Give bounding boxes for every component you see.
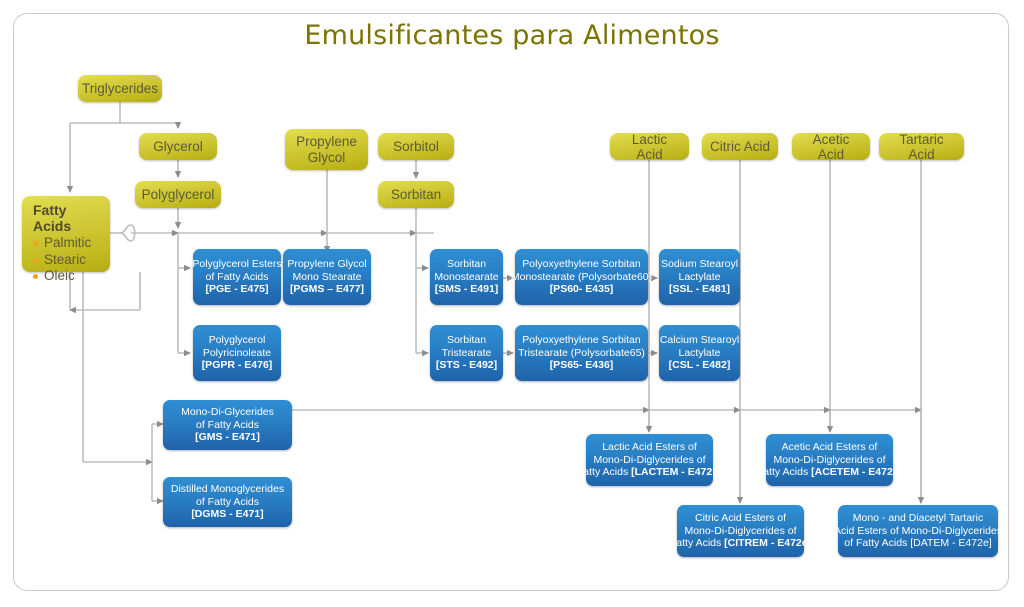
product-code: [PS65- E436] (549, 359, 614, 372)
diagram-canvas: Emulsificantes para Alimentos Triglyceri… (0, 0, 1024, 607)
product-line3: Fatty Acids [CITREM - E472c] (670, 537, 811, 550)
product-code: [LACTEM - E472b] (631, 466, 723, 479)
product-line2: Lactylate (678, 270, 721, 283)
node-pgms[interactable]: Propylene Glycol Mono Stearate [PGMS – E… (283, 249, 371, 305)
list-item: Palmitic (33, 235, 91, 252)
node-label: Lactic Acid (631, 131, 668, 162)
product-line1: Calcium Stearoyl (659, 334, 740, 347)
node-acetem[interactable]: Acetic Acid Esters of Mono-Di-Diglycerid… (757, 434, 902, 486)
product-code: [ACETEM - E472a] (811, 466, 903, 479)
node-propylene-glycol[interactable]: Propylene Glycol (285, 129, 368, 170)
product-line3: Fatty Acids [ACETEM - E472a] (757, 466, 902, 479)
list-item: Oleic (33, 268, 91, 285)
product-line1: Propylene Glycol (287, 258, 367, 271)
product-line1: Polyoxyethylene Sorbitan (522, 258, 641, 271)
node-citrem[interactable]: Citric Acid Esters of Mono-Di-Diglycerid… (670, 505, 811, 557)
node-sts[interactable]: Sorbitan Tristearate [STS - E492] (430, 325, 503, 381)
product-line2: Mono-Di-Diglycerides of (773, 453, 886, 466)
node-ps65[interactable]: Polyoxyethylene Sorbitan Tristearate (Po… (515, 325, 648, 381)
node-lactic-acid[interactable]: Lactic Acid (610, 131, 689, 162)
product-line3-prefix: Fatty Acids (576, 466, 632, 479)
product-line2: Monostearate (Polysorbate60) (510, 270, 653, 283)
product-line2: Lactylate (678, 346, 721, 359)
node-triglycerides[interactable]: Triglycerides (78, 75, 162, 102)
product-code: [PS60- E435] (549, 283, 614, 296)
product-line1: Lactic Acid Esters of (602, 441, 697, 454)
product-line2: Mono Stearate (292, 270, 362, 283)
product-line3: Fatty Acids [LACTEM - E472b] (577, 466, 722, 479)
fatty-acids-list: Palmitic Stearic Oleic (33, 235, 91, 285)
node-label: Acetic Acid (812, 131, 850, 162)
product-line2: Mono-Di-Diglycerides of (593, 453, 706, 466)
product-line3: of Fatty Acids [DATEM - E472e] (844, 537, 992, 550)
product-code: [PGPR - E476] (201, 359, 273, 372)
node-label: Sorbitan (390, 187, 442, 202)
product-line1: Mono-Di-Glycerides (181, 406, 274, 419)
node-datem[interactable]: Mono - and Diacetyl Tartaric Acid Esters… (834, 505, 1002, 557)
product-code: [SSL - E481] (668, 283, 731, 296)
node-pgpr[interactable]: Polyglycerol Polyricinoleate [PGPR - E47… (193, 325, 281, 381)
node-csl[interactable]: Calcium Stearoyl Lactylate [CSL - E482] (659, 325, 740, 381)
node-pge[interactable]: Polyglycerol Esters of Fatty Acids [PGE … (192, 249, 282, 305)
product-line1: Polyglycerol Esters (192, 258, 282, 271)
node-lactem[interactable]: Lactic Acid Esters of Mono-Di-Diglycerid… (577, 434, 722, 486)
node-sms[interactable]: Sorbitan Monostearate [SMS - E491] (430, 249, 503, 305)
fatty-acids-title: Fatty Acids (33, 202, 72, 234)
product-line2: of Fatty Acids (205, 270, 269, 283)
node-acetic-acid[interactable]: Acetic Acid (792, 131, 870, 162)
node-tartaric-acid[interactable]: Tartaric Acid (879, 131, 964, 162)
node-dgms[interactable]: Distilled Monoglycerides of Fatty Acids … (163, 477, 292, 527)
product-line2: of Fatty Acids (195, 495, 260, 508)
product-line1: Sodium Stearoyl (660, 258, 739, 271)
node-label-line1: Propylene (296, 133, 357, 149)
product-line2: Tristearate (Polysorbate65) (518, 346, 645, 359)
product-code: [DGMS - E471] (191, 508, 264, 521)
list-item: Stearic (33, 252, 91, 269)
product-line2: Tristearate (441, 346, 492, 359)
product-code: [CITREM - E472c] (724, 537, 812, 550)
node-label: Tartaric Acid (899, 131, 944, 162)
product-code: [PGMS – E477] (289, 283, 365, 296)
node-label: Triglycerides (81, 81, 159, 96)
node-label-line2: Glycol (307, 149, 346, 165)
product-line1: Citric Acid Esters of (694, 512, 787, 525)
node-glycerol[interactable]: Glycerol (139, 133, 217, 160)
product-line2: Monostearate (434, 270, 499, 283)
product-line2: Acid Esters of Mono-Di-Diglycerides (833, 524, 1003, 537)
node-polyglycerol[interactable]: Polyglycerol (135, 181, 221, 208)
product-code: [GMS - E471] (195, 431, 260, 444)
node-label: Polyglycerol (141, 187, 215, 202)
product-line1: Sorbitan (446, 334, 487, 347)
product-line2: Polyricinoleate (202, 346, 272, 359)
product-line3-prefix: Fatty Acids (669, 537, 725, 550)
product-code: [SMS - E491] (434, 283, 499, 296)
product-line2: Mono-Di-Diglycerides of (684, 524, 797, 537)
node-sorbitan[interactable]: Sorbitan (378, 181, 454, 208)
product-line1: Mono - and Diacetyl Tartaric (852, 512, 984, 525)
product-line1: Distilled Monoglycerides (170, 483, 285, 496)
product-line2: of Fatty Acids (195, 418, 260, 431)
product-line3-prefix: Fatty Acids (756, 466, 812, 479)
node-sorbitol[interactable]: Sorbitol (378, 133, 454, 160)
node-label: Glycerol (153, 139, 203, 154)
node-label: Citric Acid (710, 139, 771, 154)
product-line1: Acetic Acid Esters of (781, 441, 878, 454)
node-gms[interactable]: Mono-Di-Glycerides of Fatty Acids [GMS -… (163, 400, 292, 450)
product-line1: Polyoxyethylene Sorbitan (522, 334, 641, 347)
node-fatty-acids[interactable]: Fatty Acids Palmitic Stearic Oleic (22, 196, 110, 283)
node-label: Sorbitol (393, 139, 439, 154)
node-citric-acid[interactable]: Citric Acid (702, 133, 778, 160)
node-ssl[interactable]: Sodium Stearoyl Lactylate [SSL - E481] (659, 249, 740, 305)
product-line1: Polyglycerol (208, 334, 266, 347)
product-code: [STS - E492] (435, 359, 498, 372)
node-ps60[interactable]: Polyoxyethylene Sorbitan Monostearate (P… (511, 249, 652, 305)
product-code: [PGE - E475] (205, 283, 269, 296)
product-code: [CSL - E482] (668, 359, 731, 372)
product-line1: Sorbitan (446, 258, 487, 271)
